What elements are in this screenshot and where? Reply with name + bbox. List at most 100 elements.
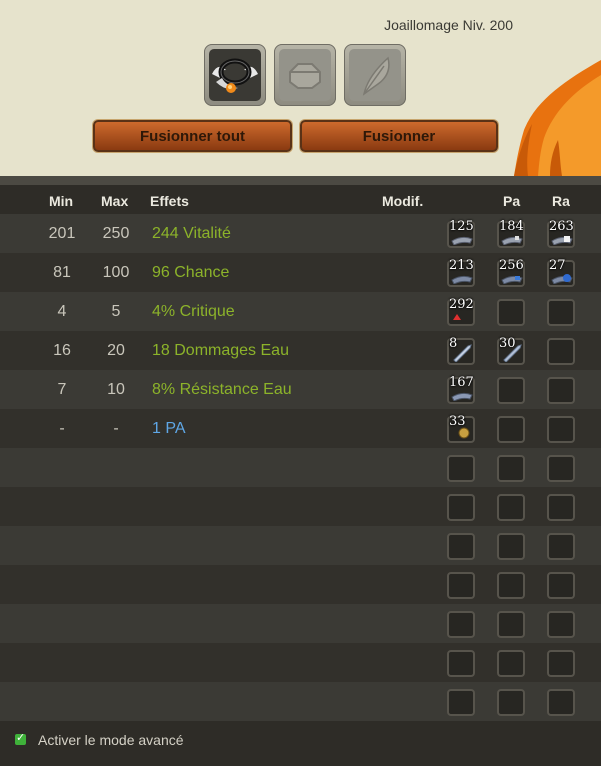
rune-pa-slot[interactable]: 184 [497, 219, 525, 248]
col-modif-header: Modif. [382, 193, 424, 209]
rune-icon [551, 236, 573, 245]
rune-ra-slot[interactable] [547, 455, 575, 482]
forge-header-panel: Joaillomage Niv. 200 Fusionner tout Fusi… [0, 0, 601, 176]
rune-pa-slot[interactable] [497, 455, 525, 482]
min-value: 4 [57, 303, 67, 320]
min-value: 7 [57, 381, 67, 398]
empty-row [0, 604, 601, 643]
rune-ra-slot[interactable] [547, 533, 575, 560]
rune-ra-slot[interactable] [547, 650, 575, 677]
rune-pa-slot[interactable] [497, 416, 525, 443]
advanced-mode-label[interactable]: Activer le mode avancé [38, 732, 184, 748]
effect-label: 18 Dommages Eau [152, 342, 289, 359]
rune-ba-slot[interactable] [447, 611, 475, 638]
max-value: - [113, 420, 119, 437]
effect-row: 81 100 96 Chance 213 256 27 [0, 253, 601, 292]
rune-count: 167 [449, 375, 474, 390]
col-min-header: Min [49, 193, 74, 209]
fuse-button[interactable]: Fusionner [300, 120, 498, 152]
rune-pa-slot[interactable] [497, 494, 525, 521]
empty-row [0, 565, 601, 604]
rune-ra-slot[interactable] [547, 377, 575, 404]
empty-row [0, 643, 601, 682]
col-max-header: Max [101, 193, 129, 209]
rune-ra-slot[interactable] [547, 611, 575, 638]
rune-icon [501, 275, 523, 284]
rune-ra-slot[interactable]: 27 [547, 258, 575, 287]
rune-pa-slot[interactable] [497, 377, 525, 404]
rune-ba-slot[interactable] [447, 689, 475, 716]
col-ra-header: Ra [552, 193, 570, 209]
level-label: Joaillomage Niv. 200 [384, 17, 513, 33]
rune-ba-slot[interactable]: 33 [447, 414, 475, 443]
col-effects-header: Effets [150, 193, 189, 209]
rune-pa-slot[interactable] [497, 611, 525, 638]
max-value: 250 [102, 225, 130, 242]
rune-ba-slot[interactable]: 125 [447, 219, 475, 248]
min-value: 201 [48, 225, 76, 242]
panel-divider [0, 176, 601, 185]
effect-label: 96 Chance [152, 264, 230, 281]
effect-row: 7 10 8% Résistance Eau 167 [0, 370, 601, 409]
rune-slot-button[interactable] [274, 44, 336, 106]
rune-pa-slot[interactable] [497, 650, 525, 677]
max-value: 20 [107, 342, 125, 359]
min-value: 16 [53, 342, 71, 359]
empty-row [0, 487, 601, 526]
rune-count: 8 [449, 336, 458, 351]
signature-slot-button[interactable] [344, 44, 406, 106]
checkmark-icon: ✓ [16, 732, 26, 744]
rune-slot-icon [289, 63, 321, 89]
rune-pa-slot[interactable] [497, 572, 525, 599]
rune-count: 292 [449, 297, 474, 312]
effect-row: - - 1 PA 33 [0, 409, 601, 448]
rune-ra-slot[interactable] [547, 572, 575, 599]
rune-pa-slot[interactable]: 256 [497, 258, 525, 287]
rune-ba-slot[interactable] [447, 572, 475, 599]
rune-pa-slot[interactable]: 30 [497, 336, 525, 365]
rune-ba-slot[interactable]: 8 [447, 336, 475, 365]
rune-pa-slot[interactable] [497, 533, 525, 560]
rune-count: 263 [549, 219, 574, 234]
rune-ra-slot[interactable] [547, 299, 575, 326]
rune-ba-slot[interactable] [447, 533, 475, 560]
rune-ba-slot[interactable] [447, 650, 475, 677]
feather-icon [362, 56, 390, 96]
rune-count: 213 [449, 258, 474, 273]
rune-icon [451, 236, 473, 245]
rune-ba-slot[interactable]: 167 [447, 375, 475, 404]
max-value: 10 [107, 381, 125, 398]
item-slot-button[interactable] [204, 44, 266, 106]
rune-icon [451, 275, 473, 284]
rune-ra-slot[interactable] [547, 494, 575, 521]
min-value: 81 [53, 264, 71, 281]
rune-icon [453, 314, 461, 320]
min-value: - [59, 420, 65, 437]
rune-count: 125 [449, 219, 474, 234]
effect-row: 16 20 18 Dommages Eau 8 30 [0, 331, 601, 370]
rune-pa-slot[interactable] [497, 689, 525, 716]
effect-label: 244 Vitalité [152, 225, 231, 242]
rune-count: 33 [449, 414, 466, 429]
rune-count: 256 [499, 258, 524, 273]
advanced-mode-checkbox[interactable]: ✓ [15, 732, 26, 745]
rune-ra-slot[interactable] [547, 416, 575, 443]
empty-row [0, 526, 601, 565]
rune-icon [501, 236, 523, 245]
max-value: 100 [102, 264, 130, 281]
empty-row [0, 682, 601, 721]
rune-ra-slot[interactable] [547, 338, 575, 365]
effect-row: 4 5 4% Critique 292 [0, 292, 601, 331]
rune-icon [551, 274, 573, 284]
rune-ra-slot[interactable] [547, 689, 575, 716]
rune-ba-slot[interactable]: 213 [447, 258, 475, 287]
rune-ba-slot[interactable]: 292 [447, 297, 475, 326]
rune-ba-slot[interactable] [447, 494, 475, 521]
rune-ra-slot[interactable]: 263 [547, 219, 575, 248]
rune-count: 30 [499, 336, 516, 351]
rune-count: 27 [549, 258, 566, 273]
rune-pa-slot[interactable] [497, 299, 525, 326]
fuse-all-button[interactable]: Fusionner tout [93, 120, 292, 152]
effect-label: 1 PA [152, 420, 186, 437]
rune-ba-slot[interactable] [447, 455, 475, 482]
